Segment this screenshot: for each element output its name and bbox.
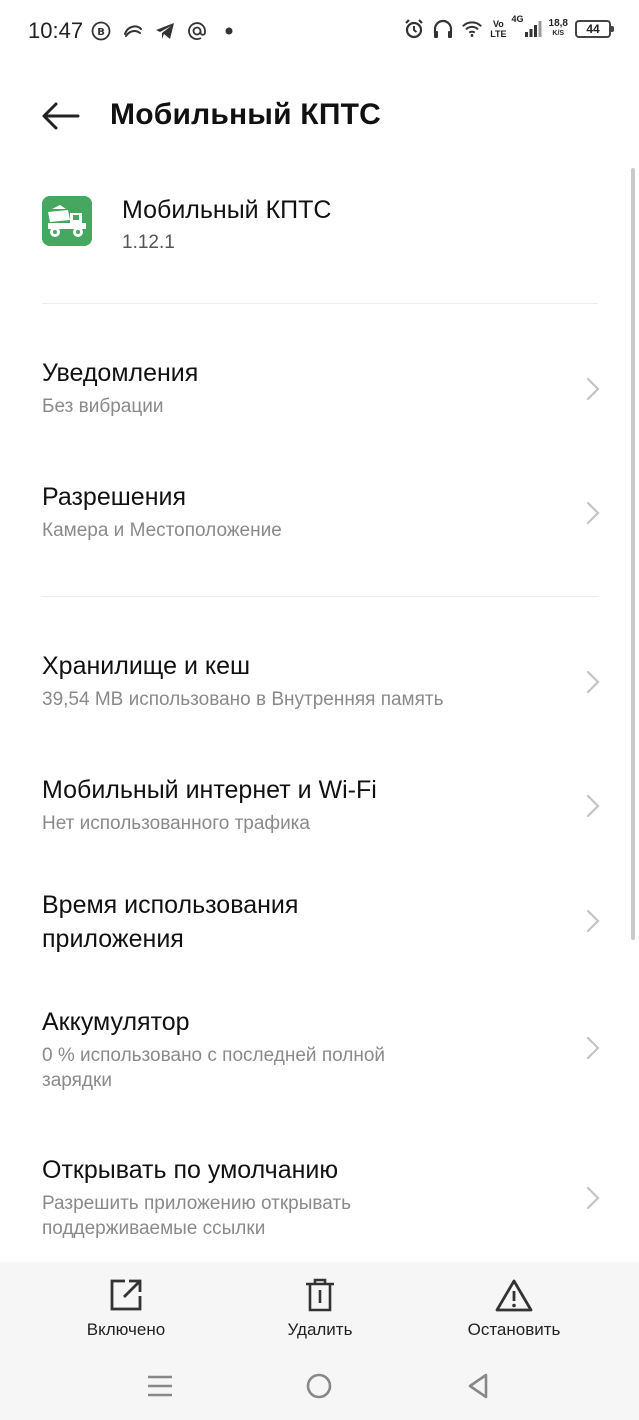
system-nav-bar [0, 1354, 639, 1420]
setting-subtitle: Без вибрации [42, 396, 164, 417]
wifi-icon [461, 18, 483, 40]
headphones-icon [432, 18, 454, 40]
setting-notifications[interactable]: Уведомления Без вибрации [42, 356, 602, 419]
trash-icon [301, 1276, 339, 1314]
menu-icon [148, 1375, 172, 1397]
signal-icon: 4G [512, 14, 542, 40]
setting-title: Хранилище и кеш [42, 652, 251, 680]
delete-label: Удалить [287, 1320, 353, 1339]
open-external-icon [107, 1276, 145, 1314]
setting-storage[interactable]: Хранилище и кеш 39,54 MB использовано в … [42, 649, 602, 712]
setting-title-line2: приложения [42, 925, 184, 953]
back-arrow-icon [42, 102, 80, 130]
telegram-icon [154, 20, 176, 42]
home-button[interactable] [299, 1368, 339, 1404]
setting-subtitle: Камера и Местоположение [42, 520, 282, 541]
status-bar: 10:47 B Vo LTE 4G 18,8 K/S 44 [0, 0, 639, 66]
setting-subtitle: 39,54 MB использовано в Внутренняя памят… [42, 689, 444, 710]
dot-icon [218, 20, 240, 42]
setting-title: Мобильный интернет и Wi-Fi [42, 776, 377, 804]
battery-level: 44 [586, 22, 600, 36]
setting-subtitle-line1: 0 % использовано с последней полной [42, 1045, 386, 1066]
chevron-right-icon [584, 376, 602, 402]
network-speed: 18,8 K/S [548, 18, 568, 38]
chevron-right-icon [584, 793, 602, 819]
app-info-screen: 10:47 B Vo LTE 4G 18,8 K/S 44 Мобильный … [0, 0, 639, 1420]
setting-permissions[interactable]: Разрешения Камера и Местоположение [42, 480, 602, 543]
alarm-icon [403, 18, 425, 40]
dump-truck-app-icon [42, 196, 92, 246]
vk-icon: B [90, 20, 112, 42]
chevron-right-icon [584, 500, 602, 526]
network-type: 4G [511, 14, 524, 24]
page-title: Мобильный КПТС [110, 98, 381, 131]
stop-button[interactable]: Остановить [434, 1276, 594, 1346]
setting-title: Открывать по умолчанию [42, 1156, 339, 1184]
setting-title-line1: Время использования [42, 891, 299, 919]
divider [42, 596, 598, 597]
chevron-right-icon [584, 1035, 602, 1061]
bottom-action-bar: Включено Удалить Остановить [0, 1262, 639, 1354]
enabled-label: Включено [86, 1320, 166, 1339]
setting-title: Аккумулятор [42, 1008, 190, 1036]
chevron-right-icon [584, 669, 602, 695]
battery-icon: 44 [575, 20, 614, 38]
back-triangle-icon [468, 1373, 488, 1399]
status-time: 10:47 [28, 18, 84, 43]
setting-subtitle: Нет использованного трафика [42, 813, 310, 834]
divider [42, 303, 598, 304]
notification-icons: B [90, 20, 240, 42]
setting-app-usage-time[interactable]: Время использования приложения [42, 888, 602, 956]
setting-mobile-data-wifi[interactable]: Мобильный интернет и Wi-Fi Нет использов… [42, 773, 602, 836]
setting-subtitle-line1: Разрешить приложению открывать [42, 1193, 352, 1214]
setting-title: Уведомления [42, 359, 199, 387]
app-version: 1.12.1 [122, 232, 175, 253]
scrollbar[interactable] [631, 168, 635, 940]
volte-indicator: Vo LTE [490, 19, 507, 39]
home-circle-icon [306, 1373, 332, 1399]
app-header: Мобильный КПТС [0, 80, 639, 152]
app-name: Мобильный КПТС [122, 196, 332, 224]
enabled-button[interactable]: Включено [46, 1276, 206, 1346]
delete-button[interactable]: Удалить [240, 1276, 400, 1346]
setting-title: Разрешения [42, 483, 187, 511]
chevron-right-icon [584, 1185, 602, 1211]
setting-subtitle-line2: поддерживаемые ссылки [42, 1218, 266, 1239]
warning-triangle-icon [495, 1276, 533, 1314]
swirl-icon [122, 20, 144, 42]
status-icons-right: Vo LTE 4G 18,8 K/S 44 [403, 14, 614, 40]
stop-label: Остановить [467, 1320, 561, 1339]
setting-open-by-default[interactable]: Открывать по умолчанию Разрешить приложе… [42, 1153, 602, 1241]
setting-battery[interactable]: Аккумулятор 0 % использовано с последней… [42, 1005, 602, 1093]
setting-subtitle-line2: зарядки [42, 1070, 112, 1091]
system-back-button[interactable] [458, 1368, 498, 1404]
at-icon [186, 20, 208, 42]
back-button[interactable] [36, 94, 84, 138]
svg-text:B: B [97, 27, 105, 38]
recent-apps-button[interactable] [140, 1368, 180, 1404]
chevron-right-icon [584, 908, 602, 934]
app-info: Мобильный КПТС 1.12.1 [42, 192, 602, 262]
